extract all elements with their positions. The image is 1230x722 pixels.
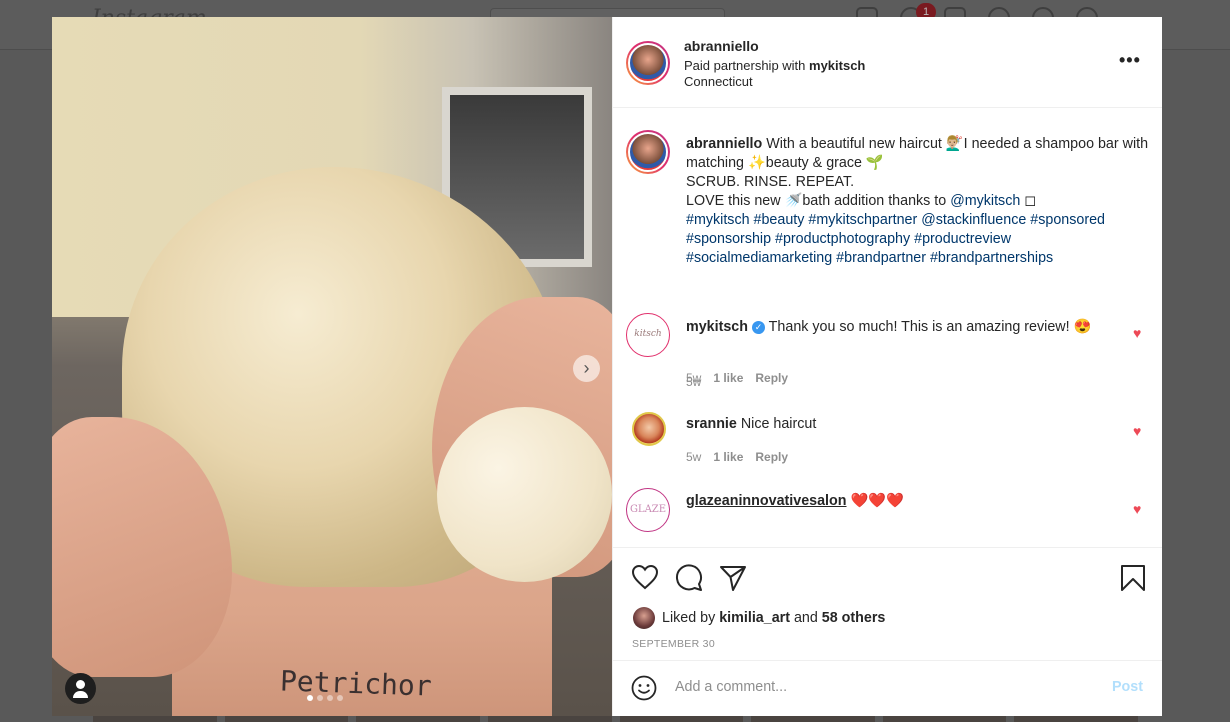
carousel-dot	[317, 695, 323, 701]
emoji-icon[interactable]	[631, 675, 657, 701]
caption-username[interactable]: abranniello	[686, 136, 762, 152]
comment-time[interactable]: 5w	[686, 450, 701, 464]
post-header: abranniello Paid partnership with mykits…	[613, 17, 1162, 108]
heart-icon[interactable]: ♥	[1133, 424, 1147, 438]
liked-by-prefix: Liked by	[662, 610, 720, 626]
chevron-right-icon[interactable]: ›	[573, 355, 600, 382]
comment-body: srannie Nice haircut	[686, 415, 1126, 434]
comment-text: ❤️❤️❤️	[846, 493, 904, 509]
comment-username[interactable]: glazeaninnovativesalon	[686, 493, 847, 509]
post-photo[interactable]: Petrichor ›	[52, 17, 612, 716]
verified-badge-icon: ✓	[751, 321, 765, 334]
avatar[interactable]: kitsch	[626, 313, 670, 357]
action-bar	[613, 547, 1162, 607]
post-comment-button[interactable]: Post	[1112, 679, 1143, 695]
comment-time[interactable]: 5w	[686, 371, 701, 385]
comment-username[interactable]: mykitsch	[686, 319, 748, 335]
comments-section[interactable]: abranniello With a beautiful new haircut…	[613, 108, 1162, 547]
heart-icon[interactable]: ♥	[1133, 326, 1147, 340]
carousel-dot	[307, 695, 313, 701]
partner-link[interactable]: mykitsch	[809, 58, 865, 73]
caption-text: abranniello With a beautiful new haircut…	[686, 135, 1151, 268]
share-icon[interactable]	[719, 564, 747, 592]
save-bookmark-icon[interactable]	[1120, 564, 1146, 592]
post-modal: Petrichor › abranniello Paid partnership…	[52, 17, 1162, 716]
liked-by-user-link[interactable]: kimilia_art	[719, 610, 790, 626]
comment-input[interactable]: Add a comment...	[675, 679, 787, 695]
comment-body: mykitsch ✓ Thank you so much! This is an…	[686, 318, 1126, 337]
liked-by-middle: and	[789, 610, 822, 626]
partnership-prefix: Paid partnership with	[684, 58, 810, 73]
avatar[interactable]	[632, 412, 666, 446]
heart-icon[interactable]: ♥	[1133, 502, 1147, 516]
comment-meta: 5w 1 like Reply	[686, 371, 788, 385]
caption-line3-suffix: ◻	[1020, 193, 1037, 209]
comment-likes[interactable]: 1 like	[713, 450, 743, 464]
comment-likes[interactable]: 1 like	[713, 371, 743, 385]
carousel-dot	[327, 695, 333, 701]
post-author-username[interactable]: abranniello	[684, 38, 759, 54]
mention-link[interactable]: @mykitsch	[950, 193, 1020, 209]
comment-text: Nice haircut	[736, 416, 817, 432]
hashtag-links[interactable]: #mykitsch #beauty #mykitschpartner @stac…	[686, 212, 1105, 266]
add-comment-bar: Add a comment... Post	[613, 660, 1162, 716]
likes-section: Liked by kimilia_art and 58 others SEPTE…	[613, 607, 1162, 653]
avatar[interactable]	[626, 130, 670, 174]
like-heart-icon[interactable]	[631, 564, 659, 590]
post-side-panel: abranniello Paid partnership with mykits…	[612, 17, 1162, 716]
paid-partnership-label: Paid partnership with mykitsch	[684, 58, 865, 73]
background-feed-tiles	[93, 716, 1138, 722]
carousel-dot	[337, 695, 343, 701]
comment-body: glazeaninnovativesalon ❤️❤️❤️	[686, 492, 1126, 511]
photo-tattoo-text: Petrichor	[279, 664, 433, 703]
user-icon[interactable]	[65, 673, 96, 704]
comment-icon[interactable]	[675, 564, 703, 592]
caption-line2: SCRUB. RINSE. REPEAT.	[686, 174, 855, 190]
caption-line3-prefix: LOVE this new 🚿bath addition thanks to	[686, 193, 951, 209]
carousel-dots	[307, 695, 343, 701]
photo-shampoo-bar	[437, 407, 612, 582]
others-count-link[interactable]: 58 others	[822, 610, 886, 626]
location-link[interactable]: Connecticut	[684, 74, 753, 89]
more-options-icon[interactable]: •••	[1119, 50, 1141, 71]
reply-button[interactable]: Reply	[755, 371, 788, 385]
avatar[interactable]	[633, 607, 655, 629]
avatar[interactable]	[626, 41, 670, 85]
comment-text: Thank you so much! This is an amazing re…	[764, 319, 1092, 335]
liked-by-text: Liked by kimilia_art and 58 others	[662, 610, 885, 626]
post-date[interactable]: SEPTEMBER 30	[632, 638, 715, 650]
reply-button[interactable]: Reply	[755, 450, 788, 464]
comment-username[interactable]: srannie	[686, 416, 737, 432]
comment-meta: 5w 1 like Reply	[686, 450, 788, 464]
avatar[interactable]: GLAZE	[626, 488, 670, 532]
